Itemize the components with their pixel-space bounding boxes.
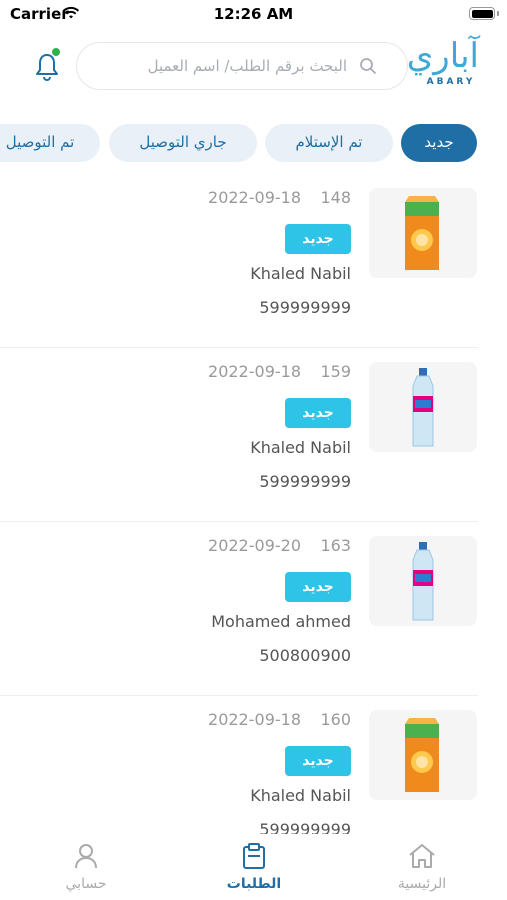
battery-icon xyxy=(469,7,495,20)
customer-name: Khaled Nabil xyxy=(250,438,351,457)
status-badge: جديد xyxy=(285,398,351,428)
search-icon xyxy=(359,57,377,79)
order-date: 2022-09-20 xyxy=(208,536,301,555)
juice-carton-icon xyxy=(369,188,477,278)
header: البحث برقم الطلب/ اسم العميل آباري ABARY xyxy=(0,36,507,98)
logo-english: ABARY xyxy=(426,77,476,87)
order-card[interactable]: 2022-09-20 163 جديد Mohamed ahmed 500800… xyxy=(0,522,507,696)
battery-cap xyxy=(497,11,499,16)
customer-name: Khaled Nabil xyxy=(250,786,351,805)
tab-new[interactable]: جديد xyxy=(401,124,477,162)
juice-carton-icon xyxy=(369,710,477,800)
order-date: 2022-09-18 xyxy=(208,710,301,729)
nav-orders[interactable]: الطلبات xyxy=(204,842,304,892)
customer-name: Khaled Nabil xyxy=(250,264,351,283)
nav-account-label: حسابي xyxy=(65,876,107,892)
user-icon xyxy=(36,842,136,870)
customer-phone: 599999999 xyxy=(259,820,351,834)
nav-account[interactable]: حسابي xyxy=(36,842,136,892)
order-id: 163 xyxy=(320,536,351,555)
customer-name: Mohamed ahmed xyxy=(211,612,351,631)
order-card[interactable]: 2022-09-18 160 جديد Khaled Nabil 5999999… xyxy=(0,696,507,834)
notification-dot xyxy=(52,48,60,56)
search-placeholder: البحث برقم الطلب/ اسم العميل xyxy=(147,57,347,75)
order-card[interactable]: 2022-09-18 159 جديد Khaled Nabil 5999999… xyxy=(0,348,507,522)
order-id: 160 xyxy=(320,710,351,729)
home-icon xyxy=(372,842,472,870)
bell-icon[interactable] xyxy=(34,52,60,82)
status-tabs: جديد تم الإستلام جاري التوصيل تم التوصيل xyxy=(0,124,507,162)
nav-home-label: الرئيسية xyxy=(397,876,447,892)
tab-received[interactable]: تم الإستلام xyxy=(265,124,393,162)
order-id: 148 xyxy=(320,188,351,207)
status-badge: جديد xyxy=(285,224,351,254)
orders-list: 2022-09-18 148 جديد Khaled Nabil 5999999… xyxy=(0,174,507,834)
search-input[interactable]: البحث برقم الطلب/ اسم العميل xyxy=(76,42,408,90)
water-bottle-icon xyxy=(369,362,477,452)
tab-delivered[interactable]: تم التوصيل xyxy=(0,124,100,162)
status-badge: جديد xyxy=(285,746,351,776)
clock: 12:26 AM xyxy=(213,5,294,23)
nav-orders-label: الطلبات xyxy=(226,876,282,892)
order-date: 2022-09-18 xyxy=(208,188,301,207)
status-badge: جديد xyxy=(285,572,351,602)
orders-icon xyxy=(204,842,304,870)
order-card[interactable]: 2022-09-18 148 جديد Khaled Nabil 5999999… xyxy=(0,174,507,348)
customer-phone: 599999999 xyxy=(259,472,351,491)
status-bar: Carrier 12:26 AM xyxy=(0,0,507,30)
customer-phone: 500800900 xyxy=(259,646,351,665)
logo-arabic: آباري xyxy=(406,36,479,76)
abary-logo: آباري ABARY xyxy=(406,36,479,96)
order-date: 2022-09-18 xyxy=(208,362,301,381)
order-id: 159 xyxy=(320,362,351,381)
nav-home[interactable]: الرئيسية xyxy=(372,842,472,892)
tab-delivering[interactable]: جاري التوصيل xyxy=(109,124,257,162)
water-bottle-icon xyxy=(369,536,477,626)
bottom-nav: الرئيسية الطلبات حسابي xyxy=(0,834,507,900)
customer-phone: 599999999 xyxy=(259,298,351,317)
